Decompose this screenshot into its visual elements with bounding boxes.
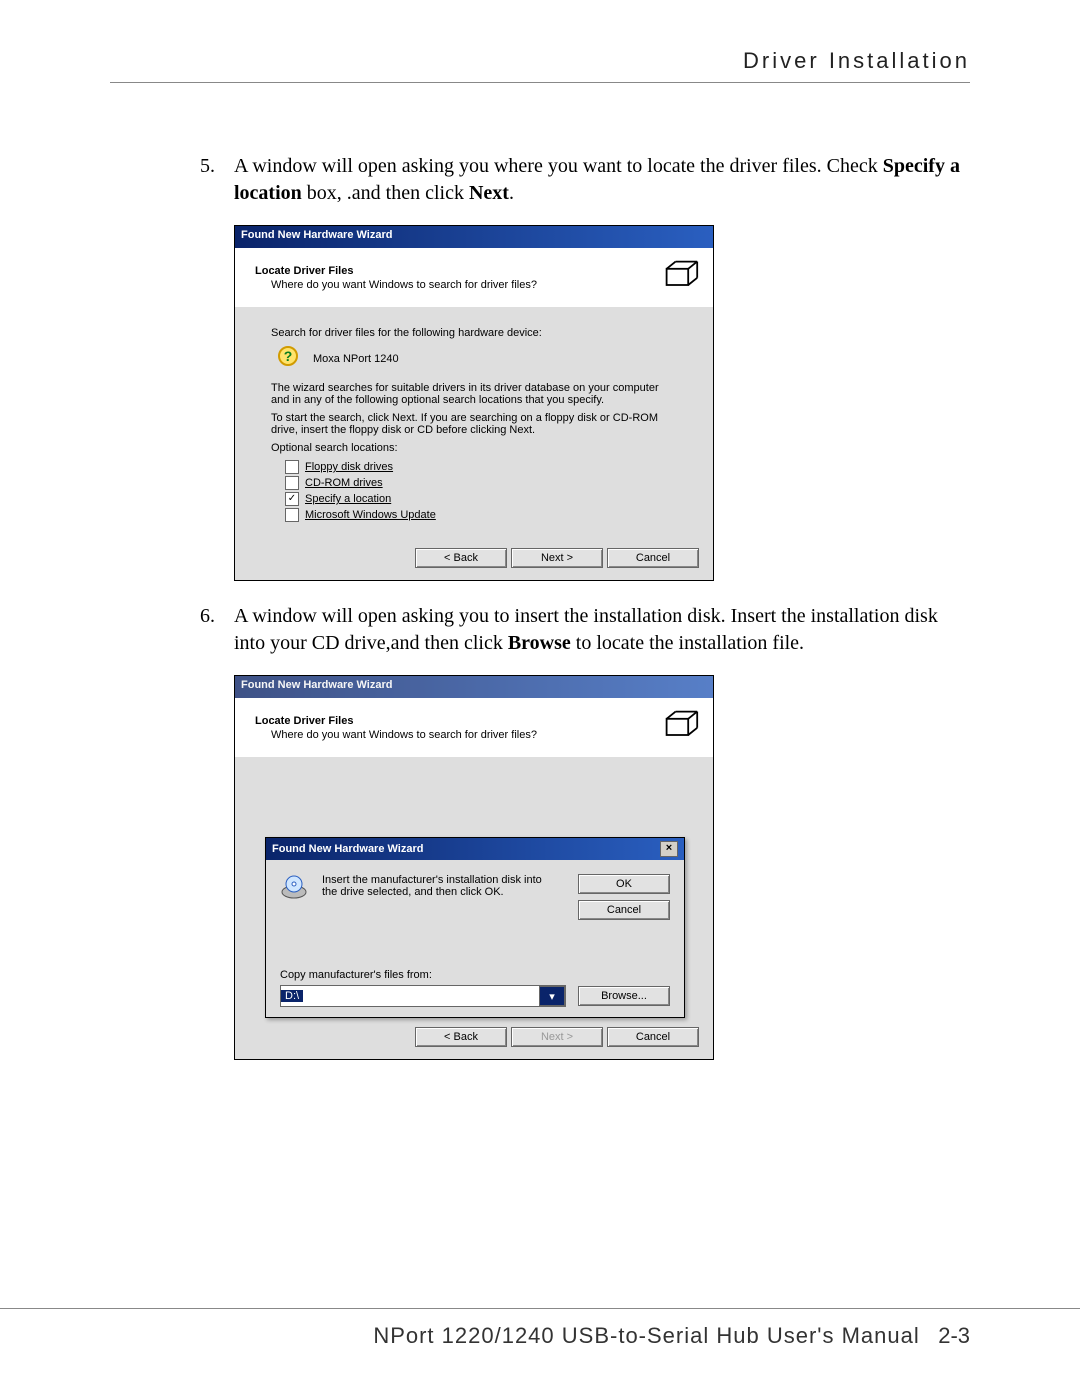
checkbox-windows-update[interactable]: [285, 508, 299, 522]
step-6-number: 6.: [200, 603, 234, 657]
step-5-text: A window will open asking you where you …: [234, 153, 970, 207]
opt-cdrom-label: CD-ROM drives: [305, 477, 383, 489]
next-button-disabled: Next >: [511, 1027, 603, 1047]
option-list: Floppy disk drives CD-ROM drives ✓ Speci…: [285, 460, 677, 522]
svg-text:?: ?: [284, 348, 293, 364]
question-icon: ?: [277, 345, 301, 372]
checkbox-floppy[interactable]: [285, 460, 299, 474]
path-combobox[interactable]: D:\ ▾: [280, 985, 566, 1007]
hardware-icon-2: [663, 708, 699, 747]
close-icon[interactable]: ×: [660, 841, 678, 857]
search-label: Search for driver files for the followin…: [271, 327, 677, 339]
wizard-2-buttons: < BackNext >Cancel: [235, 1017, 713, 1059]
opt-update-label: Microsoft Windows Update: [305, 509, 436, 521]
step-6: 6. A window will open asking you to inse…: [200, 603, 970, 657]
device-name: Moxa NPort 1240: [313, 353, 399, 365]
device-row: ? Moxa NPort 1240: [277, 345, 677, 372]
wizard-2-subtitle: Locate Driver Files: [255, 715, 537, 727]
cancel-button[interactable]: Cancel: [607, 548, 699, 568]
footer-page-number: 2-3: [938, 1323, 970, 1348]
browse-button[interactable]: Browse...: [578, 986, 670, 1006]
footer-manual-name: NPort 1220/1240 USB-to-Serial Hub User's…: [373, 1323, 919, 1348]
section-title: Driver Installation: [743, 48, 970, 73]
step-5-number: 5.: [200, 153, 234, 207]
copy-from-label: Copy manufacturer's files from:: [280, 969, 670, 981]
explain-2: To start the search, click Next. If you …: [271, 412, 677, 436]
wizard-1-body: Search for driver files for the followin…: [235, 307, 713, 538]
next-button[interactable]: Next >: [511, 548, 603, 568]
step-6-text: A window will open asking you to insert …: [234, 603, 970, 657]
disc-icon: [280, 874, 308, 905]
dialog-message: Insert the manufacturer's installation d…: [322, 874, 552, 898]
wizard-1-header: Locate Driver Files Where do you want Wi…: [235, 248, 713, 307]
wizard-1-question: Where do you want Windows to search for …: [271, 279, 537, 291]
step-5: 5. A window will open asking you where y…: [200, 153, 970, 207]
wizard-1-subtitle: Locate Driver Files: [255, 265, 537, 277]
chevron-down-icon[interactable]: ▾: [539, 986, 565, 1006]
path-value: D:\: [281, 990, 303, 1002]
ok-button[interactable]: OK: [578, 874, 670, 894]
checkbox-cdrom[interactable]: [285, 476, 299, 490]
opt-floppy-label: Floppy disk drives: [305, 461, 393, 473]
dialog-titlebar: Found New Hardware Wizard ×: [266, 838, 684, 860]
page-footer: NPort 1220/1240 USB-to-Serial Hub User's…: [0, 1308, 1080, 1349]
cancel-button-2[interactable]: Cancel: [607, 1027, 699, 1047]
explain-1: The wizard searches for suitable drivers…: [271, 382, 677, 406]
dialog-title: Found New Hardware Wizard: [272, 843, 423, 855]
checkbox-specify[interactable]: ✓: [285, 492, 299, 506]
page-header: Driver Installation: [110, 48, 970, 83]
wizard-2-question: Where do you want Windows to search for …: [271, 729, 537, 741]
optional-label: Optional search locations:: [271, 442, 677, 454]
wizard-2-header: Locate Driver Files Where do you want Wi…: [235, 698, 713, 757]
hardware-icon: [663, 258, 699, 297]
back-button-2[interactable]: < Back: [415, 1027, 507, 1047]
wizard-1-titlebar: Found New Hardware Wizard: [235, 226, 713, 248]
wizard-window-2: Found New Hardware Wizard Locate Driver …: [234, 675, 714, 1060]
wizard-2-titlebar: Found New Hardware Wizard: [235, 676, 713, 698]
dialog-cancel-button[interactable]: Cancel: [578, 900, 670, 920]
wizard-1-buttons: < BackNext >Cancel: [235, 538, 713, 580]
wizard-window-1: Found New Hardware Wizard Locate Driver …: [234, 225, 714, 581]
insert-disk-dialog: Found New Hardware Wizard × Insert the m…: [265, 837, 685, 1018]
opt-specify-label: Specify a location: [305, 493, 391, 505]
back-button[interactable]: < Back: [415, 548, 507, 568]
content-area: 5. A window will open asking you where y…: [110, 83, 970, 1060]
